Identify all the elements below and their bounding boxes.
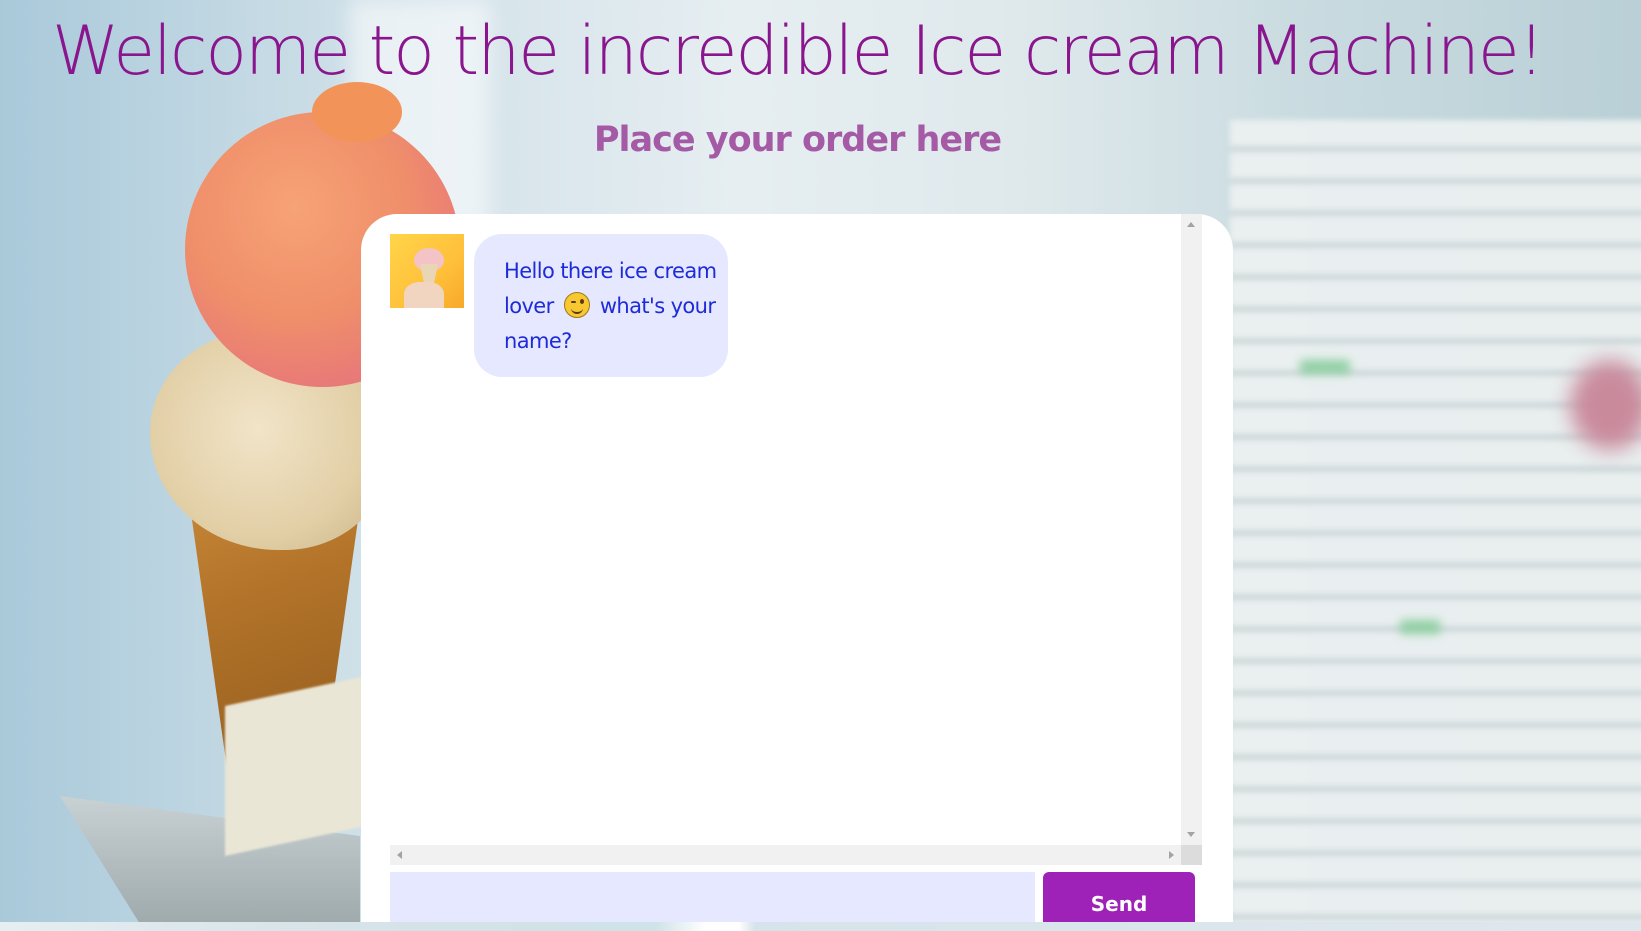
cone-wrapper: [225, 674, 375, 856]
chat-panel: Hello there ice cream lover what's your …: [361, 214, 1233, 931]
horizontal-scrollbar[interactable]: [390, 845, 1181, 865]
scroll-left-arrow-icon[interactable]: [397, 851, 402, 859]
scroll-up-arrow-icon[interactable]: [1187, 222, 1195, 227]
page-title: Welcome to the incredible Ice cream Mach…: [51, 12, 1545, 91]
message-bubble: Hello there ice cream lover what's your …: [474, 234, 728, 377]
background-cup-stack: [1230, 120, 1641, 931]
winking-face-icon: [563, 292, 590, 318]
chat-message-area[interactable]: Hello there ice cream lover what's your …: [390, 214, 1205, 865]
bot-avatar: [390, 234, 464, 308]
scroll-down-arrow-icon[interactable]: [1187, 832, 1195, 837]
page-subtitle: Place your order here: [593, 120, 1002, 160]
bottom-edge: [0, 922, 1641, 931]
vertical-scrollbar[interactable]: [1181, 214, 1202, 845]
scroll-right-arrow-icon[interactable]: [1169, 851, 1174, 859]
scrollbar-corner: [1181, 845, 1202, 865]
